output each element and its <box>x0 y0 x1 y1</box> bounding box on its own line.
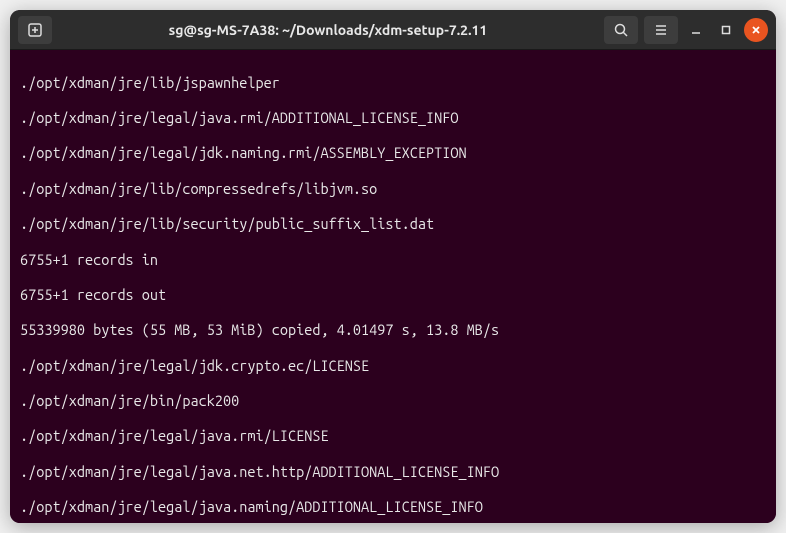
new-tab-icon <box>27 22 43 38</box>
menu-button[interactable] <box>644 16 678 44</box>
maximize-button[interactable] <box>714 18 738 42</box>
output-line: ./opt/xdman/jre/legal/jdk.naming.rmi/ASS… <box>20 144 766 162</box>
output-line: ./opt/xdman/jre/legal/java.net.http/ADDI… <box>20 463 766 481</box>
minimize-button[interactable] <box>684 18 708 42</box>
titlebar: sg@sg-MS-7A38: ~/Downloads/xdm-setup-7.2… <box>10 10 776 50</box>
search-button[interactable] <box>604 16 638 44</box>
hamburger-icon <box>653 22 669 38</box>
output-line: 6755+1 records in <box>20 251 766 269</box>
output-line: ./opt/xdman/jre/lib/security/public_suff… <box>20 215 766 233</box>
output-line: 6755+1 records out <box>20 286 766 304</box>
window-title: sg@sg-MS-7A38: ~/Downloads/xdm-setup-7.2… <box>58 22 598 38</box>
terminal-window: sg@sg-MS-7A38: ~/Downloads/xdm-setup-7.2… <box>10 10 776 523</box>
output-line: ./opt/xdman/jre/legal/java.rmi/ADDITIONA… <box>20 109 766 127</box>
minimize-icon <box>690 24 702 36</box>
terminal-body[interactable]: ./opt/xdman/jre/lib/jspawnhelper ./opt/x… <box>10 50 776 523</box>
search-icon <box>613 22 629 38</box>
maximize-icon <box>720 24 732 36</box>
close-button[interactable] <box>744 18 768 42</box>
output-line: ./opt/xdman/jre/legal/java.naming/ADDITI… <box>20 498 766 516</box>
output-line: ./opt/xdman/jre/legal/java.rmi/LICENSE <box>20 427 766 445</box>
new-tab-button[interactable] <box>18 16 52 44</box>
output-line: ./opt/xdman/jre/legal/jdk.crypto.ec/LICE… <box>20 357 766 375</box>
titlebar-right <box>604 16 768 44</box>
output-line: 55339980 bytes (55 MB, 53 MiB) copied, 4… <box>20 321 766 339</box>
close-icon <box>750 24 762 36</box>
output-line: ./opt/xdman/jre/lib/jspawnhelper <box>20 74 766 92</box>
output-line: ./opt/xdman/jre/lib/compressedrefs/libjv… <box>20 180 766 198</box>
output-line: ./opt/xdman/jre/bin/pack200 <box>20 392 766 410</box>
